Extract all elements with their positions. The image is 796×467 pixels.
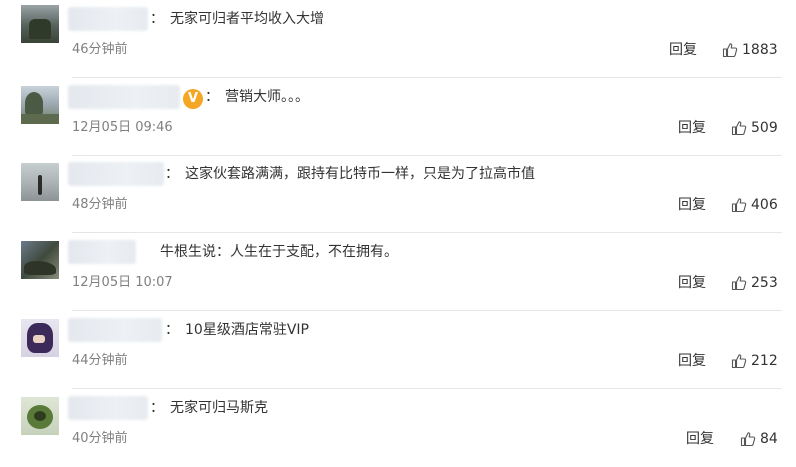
reply-button[interactable]: 回复 (669, 41, 697, 59)
colon: ： (205, 89, 219, 105)
comment-text: 这家伙套路满满，跟持有比特币一样，只是为了拉高市值 (185, 166, 535, 182)
comment-item: 牛根生说：人生在于支配，不在拥有。 12月05日 10:07 回复 253 (0, 233, 796, 311)
like-button[interactable]: 1883 (722, 40, 778, 60)
reply-button[interactable]: 回复 (686, 430, 714, 448)
comment-item: V ： 营销大师。。。 12月05日 09:46 回复 509 (0, 78, 796, 156)
reply-button[interactable]: 回复 (678, 274, 706, 292)
colon: ： (150, 400, 164, 416)
avatar[interactable] (21, 5, 59, 43)
username-blurred[interactable] (68, 7, 148, 31)
comment-item: ： 无家可归者平均收入大增 46分钟前 回复 1883 (0, 0, 796, 78)
comment-item: ： 无家可归马斯克 40分钟前 回复 84 (0, 389, 796, 467)
comment-item: ： 这家伙套路满满，跟持有比特币一样，只是为了拉高市值 48分钟前 回复 406 (0, 155, 796, 233)
like-button[interactable]: 212 (731, 351, 778, 371)
comment-time: 44分钟前 (72, 353, 128, 368)
comment-time: 12月05日 09:46 (72, 120, 173, 135)
reply-button[interactable]: 回复 (678, 352, 706, 370)
avatar[interactable] (21, 241, 59, 279)
comment-time: 40分钟前 (72, 431, 128, 446)
avatar[interactable] (21, 163, 59, 201)
comment-time: 46分钟前 (72, 42, 128, 57)
like-count: 253 (751, 275, 778, 291)
colon: ： (150, 11, 164, 27)
comment-list: ： 无家可归者平均收入大增 46分钟前 回复 1883 V ： 营销大师。。。 … (0, 0, 796, 461)
like-count: 212 (751, 353, 778, 369)
colon: ： (165, 322, 179, 338)
like-count: 1883 (742, 42, 778, 58)
thumbs-up-icon (731, 276, 747, 291)
like-button[interactable]: 406 (731, 195, 778, 215)
thumbs-up-icon (740, 432, 756, 447)
thumbs-up-icon (731, 121, 747, 136)
like-button[interactable]: 509 (731, 118, 778, 138)
comment-time: 12月05日 10:07 (72, 275, 173, 290)
comment-text: 牛根生说：人生在于支配，不在拥有。 (160, 244, 398, 260)
reply-button[interactable]: 回复 (678, 196, 706, 214)
avatar[interactable] (21, 397, 59, 435)
like-count: 84 (760, 431, 778, 447)
comment-text: 无家可归马斯克 (170, 400, 268, 416)
reply-button[interactable]: 回复 (678, 119, 706, 137)
username-blurred[interactable] (68, 85, 180, 109)
comment-text: 无家可归者平均收入大增 (170, 11, 324, 27)
comment-text: 营销大师。。。 (225, 89, 309, 105)
verified-v-icon: V (183, 89, 203, 109)
like-button[interactable]: 253 (731, 273, 778, 293)
like-count: 509 (751, 120, 778, 136)
username-blurred[interactable] (68, 162, 164, 186)
thumbs-up-icon (731, 354, 747, 369)
thumbs-up-icon (722, 43, 738, 58)
avatar[interactable] (21, 319, 59, 357)
comment-item: ： 10星级酒店常驻VIP 44分钟前 回复 212 (0, 311, 796, 389)
like-count: 406 (751, 197, 778, 213)
comment-time: 48分钟前 (72, 197, 128, 212)
username-blurred[interactable] (68, 396, 148, 420)
avatar[interactable] (21, 86, 59, 124)
username-blurred[interactable] (68, 318, 162, 342)
comment-text: 10星级酒店常驻VIP (185, 322, 309, 338)
like-button[interactable]: 84 (740, 429, 778, 449)
username-blurred[interactable] (68, 240, 136, 264)
colon: ： (165, 166, 179, 182)
thumbs-up-icon (731, 198, 747, 213)
